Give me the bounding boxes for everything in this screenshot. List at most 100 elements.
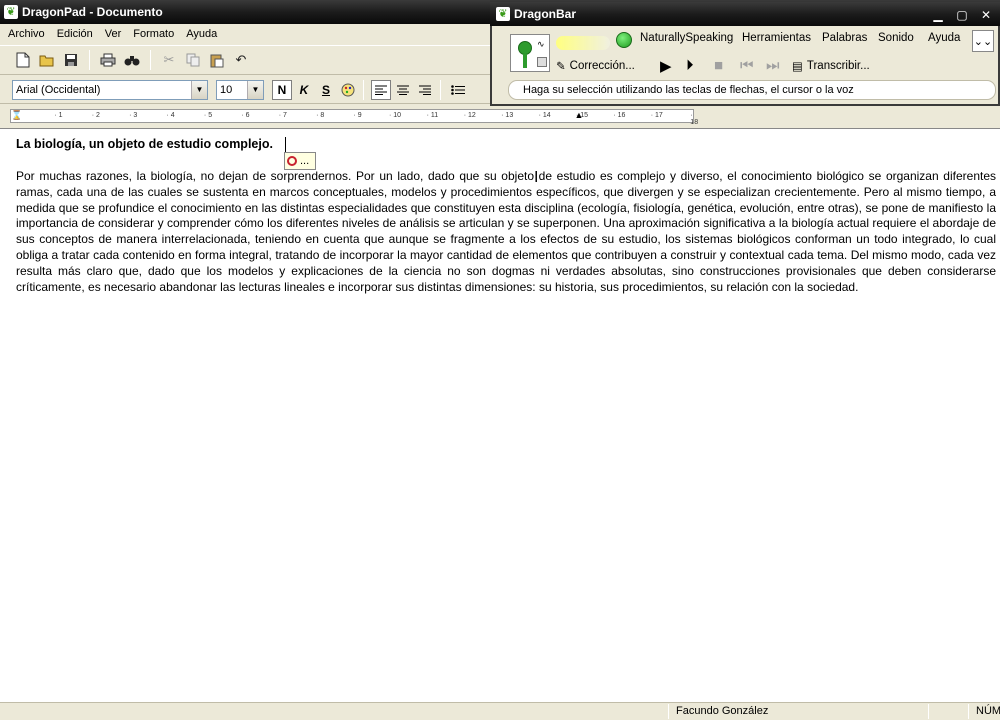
status-led-icon: [616, 32, 632, 48]
ruler-tick: · 9: [353, 112, 362, 119]
italic-button[interactable]: K: [294, 80, 314, 100]
ruler[interactable]: ⌛ ▲ · 1 · 2 · 3 · 4 · 5 · 6 · 7 · 8 · 9 · 10 · 11 ·…: [10, 109, 698, 126]
no-entry-icon: [287, 156, 297, 166]
align-center-icon[interactable]: [393, 80, 413, 100]
menu-naturallyspeaking[interactable]: NaturallySpeaking: [640, 32, 733, 44]
save-icon[interactable]: [60, 49, 82, 71]
ruler-tick: · 5: [203, 112, 213, 119]
transcribe-label: Transcribir...: [806, 60, 870, 72]
format-toolbar: Arial (Occidental) ▼ 10 ▼ N K S: [0, 76, 490, 104]
play-icon[interactable]: ▶: [660, 57, 672, 75]
status-divider: [968, 704, 969, 719]
bullet-list-icon[interactable]: [448, 80, 468, 100]
document-body: Por muchas razones, la biología, no deja…: [16, 169, 996, 294]
dragonbar-window: ❦ DragonBar ▁ ▢ ✕ ∿ NaturallySpeaking He…: [490, 2, 1000, 106]
bold-button[interactable]: N: [272, 79, 292, 100]
open-folder-icon[interactable]: [36, 49, 58, 71]
volume-meter: [556, 36, 610, 50]
font-select[interactable]: Arial (Occidental) ▼: [12, 79, 208, 100]
toolbar-separator: [150, 50, 151, 70]
minimize-button[interactable]: ▁: [928, 6, 948, 24]
align-left-icon[interactable]: [371, 79, 391, 100]
chevron-down-icon[interactable]: ▼: [191, 80, 207, 99]
dragonbar-titlebar[interactable]: ❦ DragonBar ▁ ▢ ✕: [490, 2, 1000, 26]
microphone-icon: [518, 41, 532, 55]
maximize-button[interactable]: ▢: [952, 6, 972, 24]
sound-wave-icon: ∿: [537, 39, 545, 49]
status-divider: [668, 704, 669, 719]
dragon-icon: ❦: [4, 5, 18, 19]
correction-button[interactable]: ✎ Corrección...: [556, 56, 635, 76]
menu-edicion[interactable]: Edición: [51, 28, 99, 40]
left-indent-marker[interactable]: ⌛: [11, 110, 22, 121]
microphone-stem: [523, 54, 527, 68]
pencil-icon: ✎: [556, 61, 566, 73]
ruler-tick: · 7: [278, 112, 287, 119]
size-select-value: 10: [220, 83, 233, 96]
window-title: DragonPad - Documento: [22, 5, 163, 19]
ruler-tick: · 3: [129, 112, 138, 119]
ruler-tick: · 2: [91, 112, 100, 119]
transcribe-button[interactable]: ▤ Transcribir...: [792, 56, 870, 76]
menu-palabras[interactable]: Palabras: [822, 32, 867, 44]
text-cursor: [285, 137, 286, 152]
standard-toolbar: ✂ ↶: [0, 45, 490, 75]
size-select[interactable]: 10 ▼: [216, 79, 264, 100]
ruler-tick: · 1: [54, 112, 63, 119]
ruler-tick: · 16: [613, 112, 626, 119]
dragon-icon: ❦: [496, 7, 510, 21]
status-bar: Facundo González NÚM: [0, 702, 1000, 720]
status-user: Facundo González: [676, 705, 769, 717]
play-from-cursor-icon[interactable]: ⏵: [686, 57, 694, 74]
correction-popup-text: ...: [300, 155, 310, 167]
ruler-bar: ⌛ ▲ · 1 · 2 · 3 · 4 · 5 · 6 · 7 · 8 · 9 · 10 · 11 ·…: [0, 105, 1000, 127]
chevron-down-icon[interactable]: ⌄⌄: [972, 30, 994, 52]
hint-text: Haga su selección utilizando las teclas …: [523, 84, 854, 96]
menu-archivo[interactable]: Archivo: [2, 28, 51, 40]
microphone-button[interactable]: ∿: [510, 34, 550, 72]
new-document-icon[interactable]: [12, 49, 34, 71]
ruler-tick: · 12: [463, 112, 476, 119]
ruler-tick: · 14: [538, 112, 551, 119]
chevron-down-icon[interactable]: ▼: [247, 80, 263, 99]
document-area[interactable]: La biología, un objeto de estudio comple…: [0, 128, 1000, 702]
skip-forward-icon[interactable]: ⏭: [766, 57, 780, 74]
color-palette-icon[interactable]: [338, 80, 358, 100]
find-binoculars-icon[interactable]: [121, 49, 143, 71]
cut-icon[interactable]: ✂: [158, 49, 180, 71]
menu-formato[interactable]: Formato: [127, 28, 180, 40]
ruler-tick: · 13: [501, 112, 514, 119]
stop-square-icon: [537, 57, 547, 67]
transcribe-icon: ▤: [792, 61, 803, 73]
menu-herramientas[interactable]: Herramientas: [742, 32, 811, 44]
paste-icon[interactable]: [206, 49, 228, 71]
menu-sonido[interactable]: Sonido: [878, 32, 914, 44]
toolbar-separator: [440, 79, 441, 100]
document-heading: La biología, un objeto de estudio comple…: [16, 137, 273, 151]
status-num-lock: NÚM: [976, 705, 1000, 717]
correction-popup[interactable]: ...: [284, 152, 316, 170]
undo-icon[interactable]: ↶: [230, 49, 252, 71]
ruler-tick: · 8: [316, 112, 325, 119]
hint-bar: Haga su selección utilizando las teclas …: [508, 80, 996, 100]
toolbar-separator: [363, 79, 364, 100]
underline-button[interactable]: S: [316, 80, 336, 100]
font-select-value: Arial (Occidental): [16, 83, 101, 96]
ruler-tick: · 10: [388, 112, 402, 119]
print-icon[interactable]: [97, 49, 119, 71]
menu-ayuda[interactable]: Ayuda: [180, 28, 223, 40]
ruler-tick: · 11: [426, 112, 439, 119]
ruler-tick: · 4: [166, 112, 175, 119]
copy-icon[interactable]: [182, 49, 204, 71]
ruler-tick: · 17: [650, 112, 663, 119]
ruler-tick: · 15: [575, 112, 589, 119]
align-right-icon[interactable]: [415, 80, 435, 100]
close-button[interactable]: ✕: [976, 6, 996, 24]
ruler-tick: · 6: [241, 112, 250, 119]
menubar: Archivo Edición Ver Formato Ayuda: [0, 24, 490, 44]
correction-label: Corrección...: [569, 60, 635, 72]
menu-ayuda-dragon[interactable]: Ayuda: [928, 32, 960, 44]
skip-back-icon[interactable]: ⏮: [740, 57, 754, 74]
menu-ver[interactable]: Ver: [99, 28, 128, 40]
stop-icon[interactable]: ■: [714, 57, 723, 74]
